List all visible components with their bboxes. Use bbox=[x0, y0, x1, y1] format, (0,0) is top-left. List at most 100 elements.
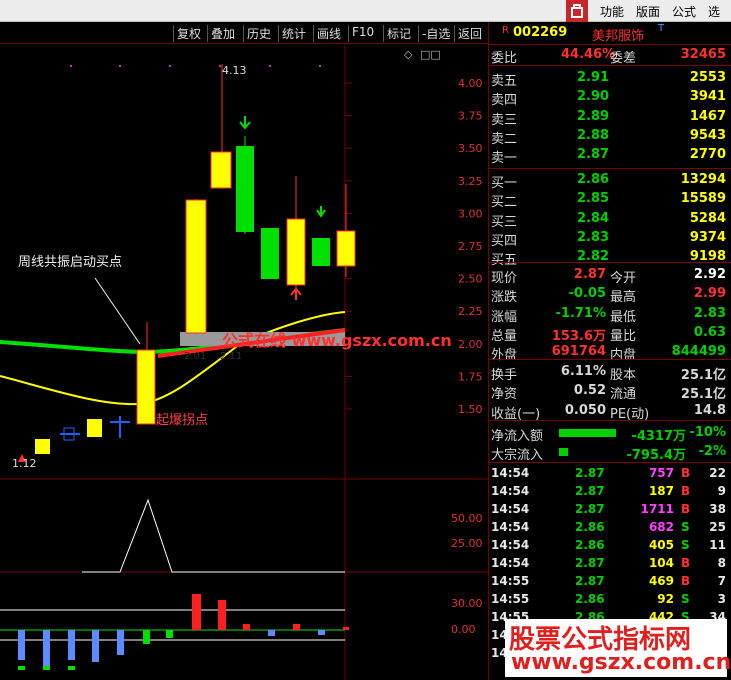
order-book-price: 2.90 bbox=[577, 89, 610, 105]
stat-value: -1.71% bbox=[555, 305, 607, 321]
tick-count: 11 bbox=[709, 538, 726, 552]
order-book-row[interactable]: 买四 2.83 9374 bbox=[489, 229, 731, 249]
tick-time: 14:55 bbox=[491, 574, 530, 588]
tick-volume: 92 bbox=[657, 592, 674, 606]
order-book-volume: 9374 bbox=[689, 229, 726, 245]
tick-side: B bbox=[681, 466, 691, 480]
stat-value: 6.11% bbox=[560, 364, 606, 379]
btn-statistics[interactable]: 统计 bbox=[278, 25, 306, 42]
order-book-row[interactable]: 卖五 2.91 2553 bbox=[489, 69, 731, 89]
annotation-pointer bbox=[94, 277, 141, 345]
stock-superscript: T bbox=[658, 23, 665, 34]
tick-volume: 187 bbox=[648, 484, 674, 498]
order-book-label: 买一 bbox=[491, 176, 518, 191]
tick-time: 14:54 bbox=[491, 556, 530, 570]
order-book-row[interactable]: 卖三 2.89 1467 bbox=[489, 108, 731, 128]
menu-function[interactable]: 功能 bbox=[600, 3, 624, 20]
price-axis: 4.00 3.75 3.50 3.25 3.00 2.75 2.50 2.25 2.00 1.75… bbox=[345, 77, 483, 416]
tick-row[interactable]: 14:54 2.86 682 S 25 bbox=[489, 519, 731, 537]
tick-row[interactable]: 14:54 2.86 405 S 11 bbox=[489, 537, 731, 555]
stat-label: PE(动) bbox=[610, 406, 650, 422]
stat-value: 2.87 bbox=[573, 267, 606, 282]
order-book-volume: 15589 bbox=[680, 191, 726, 207]
btn-remove-watchlist[interactable]: -自选 bbox=[418, 25, 450, 42]
tick-time: 14:54 bbox=[491, 466, 530, 480]
stat-value: -0.05 bbox=[568, 286, 606, 302]
tick-price: 2.87 bbox=[575, 556, 605, 570]
btn-mark[interactable]: 标记 bbox=[383, 25, 411, 42]
tick-price: 2.86 bbox=[575, 592, 605, 606]
candle-small-2 bbox=[35, 439, 50, 454]
order-book-row[interactable]: 买二 2.85 15589 bbox=[489, 190, 731, 210]
candle-3 bbox=[210, 151, 232, 189]
order-book-price: 2.87 bbox=[577, 147, 610, 163]
indicator-tick: 30.00 bbox=[451, 597, 483, 610]
order-book-row[interactable]: 买五 2.82 9198 bbox=[489, 248, 731, 268]
candle-7 bbox=[312, 238, 330, 266]
stat-label: 外盘 bbox=[491, 348, 518, 364]
quote-panel: R 002269 美邦服饰 T 委比 44.46% 委差 32465 卖五 2.9… bbox=[488, 22, 731, 680]
tick-row[interactable]: 14:54 2.87 104 B 8 bbox=[489, 555, 731, 573]
btn-overlay[interactable]: 叠加 bbox=[207, 25, 235, 42]
tick-side: S bbox=[681, 592, 690, 606]
stat-label: 股本 bbox=[610, 368, 637, 383]
tick-time: 14:55 bbox=[491, 592, 530, 606]
order-book-row[interactable]: 买一 2.86 13294 bbox=[489, 171, 731, 191]
flow-row: 大宗流入 -795.4万 -2% bbox=[489, 443, 731, 463]
tick-row[interactable]: 14:54 2.87 187 B 9 bbox=[489, 483, 731, 501]
candle-small-1 bbox=[87, 419, 102, 437]
order-book-row[interactable]: 买三 2.84 5284 bbox=[489, 210, 731, 230]
btn-history[interactable]: 历史 bbox=[243, 25, 271, 42]
tick-side: B bbox=[681, 484, 691, 498]
menu-formula[interactable]: 公式 bbox=[672, 3, 696, 20]
tick-time: 14:54 bbox=[491, 520, 530, 534]
btn-f10[interactable]: F10 bbox=[348, 25, 374, 42]
order-book-label: 买三 bbox=[491, 214, 518, 230]
tick-row[interactable]: 14:55 2.86 92 S 3 bbox=[489, 591, 731, 609]
candle-8 bbox=[336, 230, 356, 267]
weibi-row: 委比 44.46% 委差 32465 bbox=[491, 47, 726, 66]
tick-row[interactable]: 14:55 2.87 469 B 7 bbox=[489, 573, 731, 591]
kline-chart[interactable]: ◇ □□ 4.00 3.75 3.50 3.25 3.00 2.75 2.50 2.25 2.0… bbox=[0, 44, 488, 680]
down-arrow-icon bbox=[239, 116, 251, 130]
btn-draw-line[interactable]: 画线 bbox=[313, 25, 341, 42]
order-book-row[interactable]: 卖二 2.88 9543 bbox=[489, 127, 731, 147]
stat-value: 0.63 bbox=[693, 324, 726, 340]
tick-side: B bbox=[681, 502, 691, 516]
tick-count: 7 bbox=[717, 574, 726, 588]
app-logo-icon[interactable] bbox=[566, 0, 588, 22]
tick-volume: 405 bbox=[648, 538, 674, 552]
flow-label: 净流入额 bbox=[491, 429, 544, 444]
tick-side: S bbox=[681, 538, 690, 552]
tick-row[interactable]: 14:54 2.87 757 B 22 bbox=[489, 465, 731, 483]
indicator-tick: 0.00 bbox=[451, 623, 476, 636]
menu-layout[interactable]: 版面 bbox=[636, 3, 660, 20]
tick-volume: 104 bbox=[648, 556, 674, 570]
flow-pct: -10% bbox=[689, 425, 726, 440]
order-book-label: 买四 bbox=[491, 233, 518, 249]
btn-back[interactable]: 返回 bbox=[454, 25, 482, 42]
tick-volume: 757 bbox=[648, 466, 674, 480]
quote-header: R 002269 美邦服饰 T bbox=[489, 23, 731, 44]
stat-value: 2.92 bbox=[693, 267, 726, 282]
tick-side: B bbox=[681, 574, 691, 588]
order-book-row[interactable]: 卖四 2.90 3941 bbox=[489, 88, 731, 108]
candle-2 bbox=[185, 199, 207, 334]
order-book-row[interactable]: 卖一 2.87 2770 bbox=[489, 146, 731, 166]
stat-label: 收益(一) bbox=[491, 406, 541, 422]
flow-bar bbox=[559, 448, 568, 456]
stat-label: 内盘 bbox=[610, 348, 637, 364]
tick-side: B bbox=[681, 556, 691, 570]
tick-time: 14:54 bbox=[491, 502, 530, 516]
stat-label: 流通 bbox=[610, 387, 637, 403]
stat-label: 最高 bbox=[610, 290, 637, 306]
tick-volume: 469 bbox=[648, 574, 674, 588]
stat-row: 换手 6.11% 股本 25.1亿 bbox=[489, 363, 731, 383]
mid-marker: 2.01 bbox=[184, 351, 206, 362]
watermark-banner: 股票公式指标网 www.gszx.com.cn bbox=[505, 619, 731, 677]
tick-row[interactable]: 14:54 2.87 1711 B 38 bbox=[489, 501, 731, 519]
order-book-volume: 3941 bbox=[689, 89, 726, 105]
btn-restore-rights[interactable]: 复权 bbox=[173, 25, 201, 42]
low-marker: 1.12 bbox=[12, 457, 37, 470]
mid-marker-2: 2.11 bbox=[220, 351, 242, 362]
